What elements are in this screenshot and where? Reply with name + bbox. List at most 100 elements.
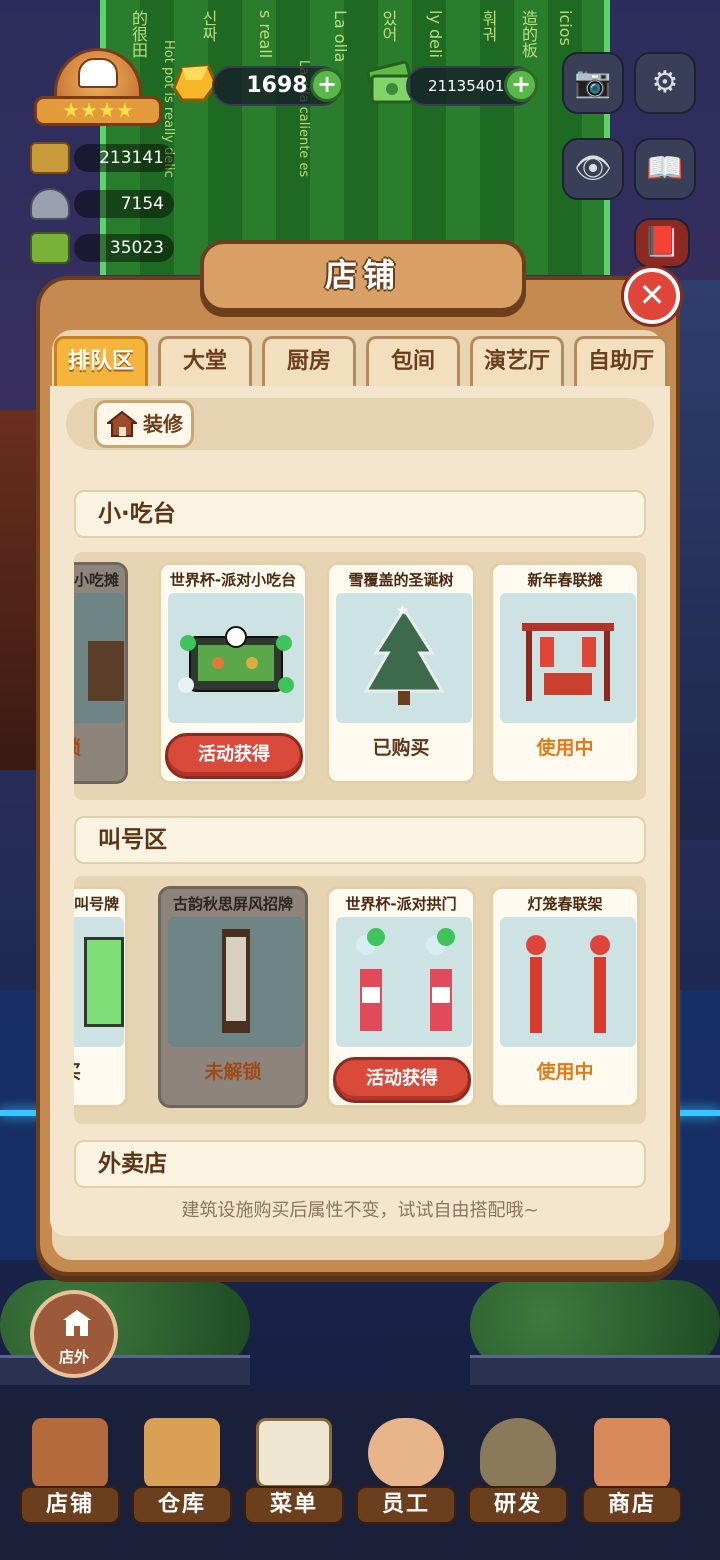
gear-icon: ⚙ (651, 65, 679, 100)
close-button[interactable]: ✕ (624, 268, 680, 324)
item-card[interactable]: 灯笼春联架 使用中 (490, 886, 640, 1108)
stat-value: 7154 (74, 190, 174, 218)
camera-button[interactable]: 📷 (562, 52, 624, 114)
stat-row: 35023 (30, 230, 174, 266)
outside-label: 店外 (58, 1348, 89, 1366)
item-title: 新年春联摊 (527, 571, 603, 589)
world-cup-arch-icon (356, 928, 455, 1031)
area-tabs: 排队区 大堂 厨房 包间 演艺厅 自助厅 (54, 336, 668, 386)
item-image: ★ (336, 593, 472, 723)
nav-research[interactable]: 研发 (462, 1410, 574, 1530)
outside-button[interactable]: 店外 (30, 1290, 118, 1378)
item-status: 已购买 (372, 737, 430, 759)
section-header-number-calling: 叫号区 (74, 816, 646, 864)
nav-label: 菜单 (244, 1486, 344, 1524)
sign-text: La olla (331, 10, 350, 63)
help-button[interactable]: 📖 (634, 138, 696, 200)
item-title: 小·小吃摊 (74, 571, 119, 589)
nav-shop[interactable]: 店铺 (14, 1410, 126, 1530)
event-obtain-button[interactable]: 活动获得 (333, 1057, 471, 1103)
item-card[interactable]: 小·小吃摊 解锁 (74, 562, 128, 784)
christmas-tree-icon: ★ (363, 603, 445, 705)
item-image (168, 593, 304, 723)
add-cash-button[interactable]: + (504, 68, 538, 102)
tab-buffet-hall[interactable]: 自助厅 (574, 336, 668, 386)
sign-text: s reall (256, 10, 275, 59)
footer-hint: 建筑设施购买后属性不变，试试自由搭配哦~ (181, 1200, 539, 1221)
nav-warehouse[interactable]: 仓库 (126, 1410, 238, 1530)
item-card[interactable]: 世界杯-派对小吃台 活动获得 (158, 562, 308, 784)
svg-text:★: ★ (396, 603, 409, 619)
item-carousel-snack-counter[interactable]: 小·小吃摊 解锁 世界杯-派对小吃台 活动获得 雪覆盖的圣诞树 (74, 552, 646, 800)
add-gold-button[interactable]: + (310, 68, 344, 102)
stat-row: 7154 (30, 186, 174, 222)
bottom-nav: 店铺 仓库 菜单 员工 研发 商店 (0, 1410, 720, 1540)
store-building-icon (32, 1418, 108, 1488)
section-header-snack-counter: 小·吃台 (74, 490, 646, 538)
renovate-button[interactable]: 装修 (94, 400, 194, 448)
rank-stars-icon: ★★★★ (34, 96, 162, 126)
shopfront-icon (594, 1418, 670, 1488)
spring-couplet-stall-icon (522, 623, 614, 701)
event-obtain-button[interactable]: 活动获得 (165, 733, 303, 779)
help-book-icon: 📖 (646, 151, 684, 186)
world-cup-snack-table-icon (178, 626, 294, 693)
tab-kitchen[interactable]: 厨房 (262, 336, 356, 386)
item-card[interactable]: 雪覆盖的圣诞树 ★ 已购买 (326, 562, 476, 784)
tab-queue-area[interactable]: 排队区 (54, 336, 148, 386)
wok-icon (480, 1418, 556, 1488)
item-title: 雪覆盖的圣诞树 (348, 571, 454, 589)
item-card[interactable]: 叫号牌 买 (74, 886, 128, 1108)
chef-hat-icon (78, 58, 118, 88)
renovate-label: 装修 (143, 412, 183, 436)
nav-menu[interactable]: 菜单 (238, 1410, 350, 1530)
number-board-icon (84, 937, 124, 1027)
view-button[interactable]: 👁 (562, 138, 624, 200)
item-image (74, 917, 124, 1047)
sign-text: 신짜 (199, 10, 218, 42)
area-content: 装修 小·吃台 小·小吃摊 解锁 世界杯-派对小吃台 活 (50, 386, 670, 1236)
camera-icon: 📷 (574, 65, 612, 100)
counter-icon (30, 142, 70, 174)
section-header-takeout: 外卖店 (74, 1140, 646, 1188)
tab-hall[interactable]: 大堂 (158, 336, 252, 386)
clipboard-icon (256, 1418, 332, 1488)
nav-label: 商店 (582, 1486, 682, 1524)
item-title: 世界杯-派对拱门 (345, 895, 457, 913)
snack-stall-icon (88, 641, 124, 701)
stat-value: 35023 (74, 234, 174, 262)
item-card[interactable]: 新年春联摊 使用中 (490, 562, 640, 784)
sign-text: 있어 (379, 10, 398, 42)
sign-text: icios (556, 10, 575, 46)
item-title: 灯笼春联架 (527, 895, 603, 913)
cloche-icon (30, 188, 70, 220)
sign-text: 造的板 (519, 10, 538, 58)
settings-button[interactable]: ⚙ (634, 52, 696, 114)
stat-row: 213141 (30, 140, 174, 176)
staff-avatar-icon (368, 1418, 444, 1488)
menu-book-icon (30, 232, 70, 264)
item-status: 解锁 (74, 733, 125, 760)
stat-value: 213141 (74, 144, 174, 172)
item-status: 使用中 (536, 1061, 594, 1083)
item-image (336, 917, 472, 1047)
building-right (680, 280, 720, 840)
item-title: 叫号牌 (74, 895, 119, 913)
nav-store[interactable]: 商店 (576, 1410, 688, 1530)
boxes-icon (144, 1418, 220, 1488)
item-carousel-number-calling[interactable]: 叫号牌 买 古韵秋思屏风招牌 未解锁 世界杯-派对拱门 (74, 876, 646, 1124)
nav-staff[interactable]: 员工 (350, 1410, 462, 1530)
item-card[interactable]: 世界杯-派对拱门 活动获得 (326, 886, 476, 1108)
tab-private-room[interactable]: 包间 (366, 336, 460, 386)
tab-performance-hall[interactable]: 演艺厅 (470, 336, 564, 386)
item-image (74, 593, 124, 723)
nav-label: 员工 (356, 1486, 456, 1524)
lantern-couplet-rack-icon (526, 935, 610, 1033)
item-card[interactable]: 古韵秋思屏风招牌 未解锁 (158, 886, 308, 1108)
item-title: 古韵秋思屏风招牌 (172, 895, 293, 913)
recipe-book-button[interactable]: 📕 (634, 218, 690, 268)
sign-text: ly deli (426, 10, 445, 58)
screen-signboard-icon (222, 929, 250, 1033)
nav-label: 店铺 (20, 1486, 120, 1524)
item-status: 未解锁 (204, 1061, 262, 1083)
